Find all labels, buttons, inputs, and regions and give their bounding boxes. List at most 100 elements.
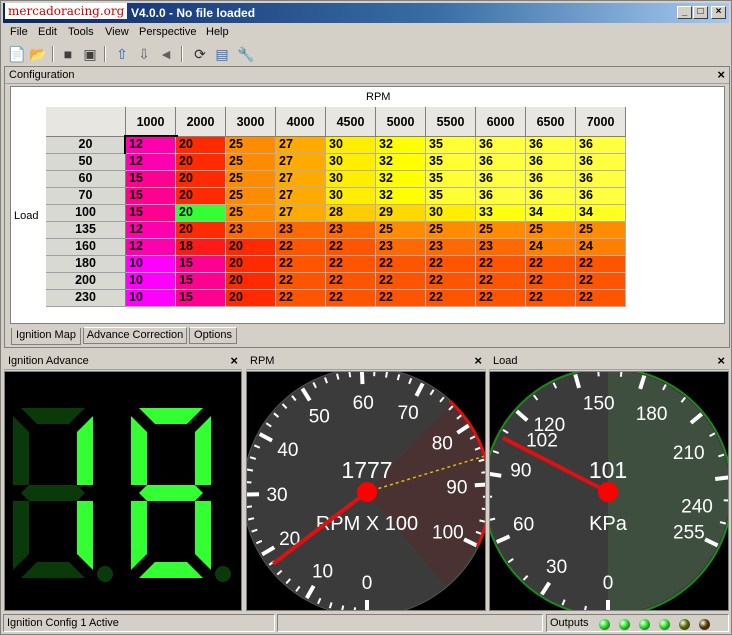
menu-view[interactable]: View	[105, 26, 129, 38]
table-cell[interactable]: 36	[476, 188, 526, 205]
save-as-icon[interactable]: ▣	[81, 45, 99, 63]
table-cell[interactable]: 23	[276, 222, 326, 239]
table-cell[interactable]: 23	[476, 239, 526, 256]
table-cell[interactable]: 36	[526, 137, 576, 154]
menu-tools[interactable]: Tools	[68, 26, 94, 38]
table-cell[interactable]: 22	[426, 273, 476, 290]
menu-perspective[interactable]: Perspective	[139, 26, 196, 38]
tab-advance-correction[interactable]: Advance Correction	[83, 327, 187, 344]
table-cell[interactable]: 36	[476, 137, 526, 154]
table-cell[interactable]: 12	[126, 154, 176, 171]
refresh-icon[interactable]: ⟳	[191, 45, 209, 63]
table-cell[interactable]: 35	[426, 154, 476, 171]
table-cell[interactable]: 24	[526, 239, 576, 256]
table-cell[interactable]: 22	[326, 256, 376, 273]
table-cell[interactable]: 20	[176, 205, 226, 222]
table-cell[interactable]: 23	[226, 222, 276, 239]
table-cell[interactable]: 32	[376, 137, 426, 154]
table-cell[interactable]: 25	[226, 137, 276, 154]
menu-edit[interactable]: Edit	[38, 26, 57, 38]
table-cell[interactable]: 32	[376, 188, 426, 205]
table-cell[interactable]: 22	[326, 273, 376, 290]
table-cell[interactable]: 23	[426, 239, 476, 256]
table-cell[interactable]: 22	[426, 256, 476, 273]
table-cell[interactable]: 29	[376, 205, 426, 222]
table-cell[interactable]: 30	[326, 188, 376, 205]
table-cell[interactable]: 35	[426, 171, 476, 188]
open-folder-icon[interactable]: 📂	[29, 45, 47, 63]
table-cell[interactable]: 25	[226, 154, 276, 171]
chart-icon[interactable]: ▤	[213, 45, 231, 63]
tab-ignition-map[interactable]: Ignition Map	[11, 328, 81, 345]
table-cell[interactable]: 20	[226, 290, 276, 307]
table-cell[interactable]: 10	[126, 273, 176, 290]
table-cell[interactable]: 36	[526, 171, 576, 188]
table-cell[interactable]: 25	[526, 222, 576, 239]
table-cell[interactable]: 20	[226, 239, 276, 256]
tab-options[interactable]: Options	[189, 327, 237, 344]
table-cell[interactable]: 22	[326, 290, 376, 307]
table-cell[interactable]: 25	[226, 205, 276, 222]
table-cell[interactable]: 12	[126, 222, 176, 239]
table-cell[interactable]: 20	[226, 256, 276, 273]
table-cell[interactable]: 22	[526, 290, 576, 307]
download-icon[interactable]: ⇩	[135, 45, 153, 63]
table-cell[interactable]: 27	[276, 205, 326, 222]
table-cell[interactable]: 20	[176, 154, 226, 171]
burn-icon[interactable]: ◄	[157, 45, 175, 63]
table-cell[interactable]: 22	[276, 239, 326, 256]
table-cell[interactable]: 27	[276, 154, 326, 171]
table-cell[interactable]: 36	[476, 171, 526, 188]
table-cell[interactable]: 15	[126, 171, 176, 188]
table-cell[interactable]: 25	[226, 171, 276, 188]
save-icon[interactable]: ■	[59, 45, 77, 63]
maximize-button[interactable]: □	[693, 6, 708, 19]
table-cell[interactable]: 30	[326, 171, 376, 188]
table-cell[interactable]: 22	[526, 256, 576, 273]
table-cell[interactable]: 25	[226, 188, 276, 205]
table-cell[interactable]: 22	[376, 256, 426, 273]
table-cell[interactable]: 22	[376, 290, 426, 307]
table-cell[interactable]: 15	[126, 205, 176, 222]
table-cell[interactable]: 30	[426, 205, 476, 222]
table-cell[interactable]: 22	[376, 273, 426, 290]
table-cell[interactable]: 23	[376, 239, 426, 256]
table-cell[interactable]: 30	[326, 154, 376, 171]
table-cell[interactable]: 20	[176, 171, 226, 188]
table-cell[interactable]: 15	[126, 188, 176, 205]
table-cell[interactable]: 22	[276, 273, 326, 290]
table-cell[interactable]: 22	[576, 290, 626, 307]
table-cell[interactable]: 36	[576, 188, 626, 205]
upload-icon[interactable]: ⇧	[113, 45, 131, 63]
table-cell[interactable]: 20	[176, 222, 226, 239]
table-cell[interactable]: 36	[526, 154, 576, 171]
title-bar[interactable]: mercadoracing.org V4.0.0 - No file loade…	[3, 3, 729, 23]
table-cell[interactable]: 36	[476, 154, 526, 171]
table-cell[interactable]: 10	[126, 290, 176, 307]
table-cell[interactable]: 22	[526, 273, 576, 290]
table-cell[interactable]: 22	[476, 273, 526, 290]
table-cell[interactable]: 35	[426, 137, 476, 154]
table-cell[interactable]: 27	[276, 171, 326, 188]
table-cell[interactable]: 20	[176, 137, 226, 154]
close-icon[interactable]: ×	[717, 67, 725, 82]
table-cell[interactable]: 33	[476, 205, 526, 222]
table-cell[interactable]: 30	[326, 137, 376, 154]
table-cell[interactable]: 18	[176, 239, 226, 256]
table-cell[interactable]: 27	[276, 137, 326, 154]
table-cell[interactable]: 32	[376, 171, 426, 188]
table-cell[interactable]: 22	[576, 273, 626, 290]
table-cell[interactable]: 34	[576, 205, 626, 222]
table-cell[interactable]: 25	[376, 222, 426, 239]
table-cell[interactable]: 24	[576, 239, 626, 256]
table-cell[interactable]: 36	[526, 188, 576, 205]
table-cell[interactable]: 15	[176, 273, 226, 290]
menu-help[interactable]: Help	[206, 26, 229, 38]
table-cell[interactable]: 20	[176, 188, 226, 205]
new-file-icon[interactable]: 📄	[8, 45, 26, 63]
table-cell[interactable]: 25	[476, 222, 526, 239]
table-cell[interactable]: 22	[576, 256, 626, 273]
table-cell[interactable]: 25	[576, 222, 626, 239]
table-cell[interactable]: 12	[124, 135, 178, 156]
table-cell[interactable]: 22	[426, 290, 476, 307]
